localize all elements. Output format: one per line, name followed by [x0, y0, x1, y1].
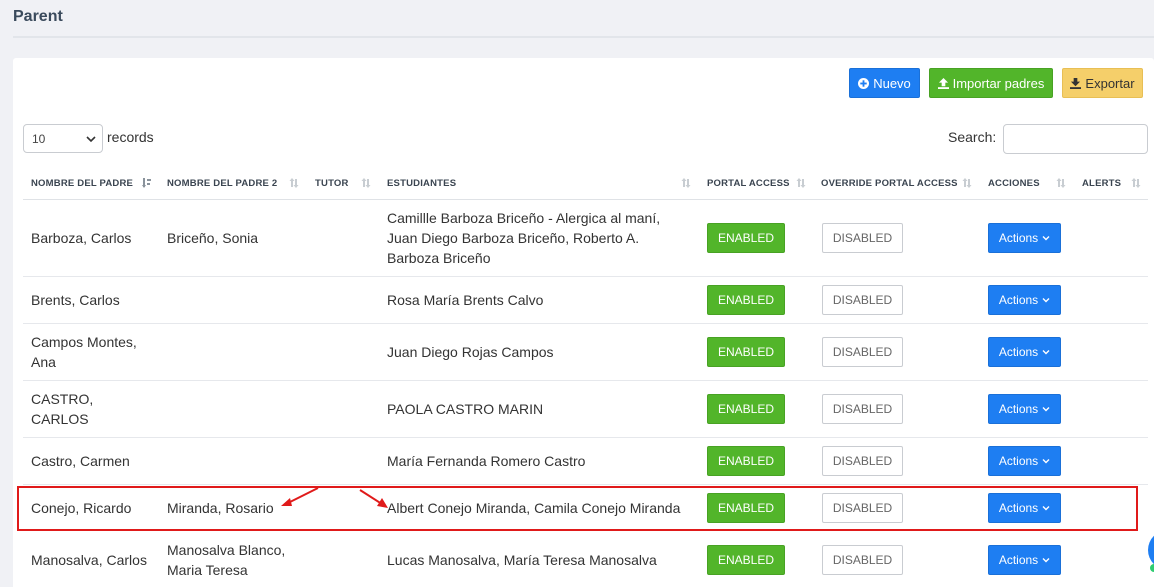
portal-access-enabled-button[interactable]: ENABLED	[707, 446, 785, 476]
portal-access-enabled-button[interactable]: ENABLED	[707, 545, 785, 575]
override-portal-access-disabled-button[interactable]: DISABLED	[822, 394, 903, 424]
title-divider	[13, 36, 1154, 38]
actions-label: Actions	[998, 454, 1039, 468]
sort-icon[interactable]	[1056, 177, 1066, 189]
override-portal-access-disabled-button[interactable]: DISABLED	[822, 285, 903, 315]
cell-padre: Manosalva, Carlos	[31, 552, 147, 568]
portal-access-enabled-button[interactable]: ENABLED	[707, 337, 785, 367]
actions-dropdown-button[interactable]: Actions	[988, 394, 1061, 424]
column-header-alerts[interactable]: ALERTS	[1082, 178, 1121, 189]
cell-estudiantes: María Fernanda Romero Castro	[387, 453, 586, 469]
cell-estudiantes: PAOLA CASTRO MARIN	[387, 401, 544, 417]
override-portal-access-disabled-button[interactable]: DISABLED	[822, 446, 903, 476]
chevron-down-icon	[1042, 407, 1050, 412]
portal-access-enabled-button[interactable]: ENABLED	[707, 223, 785, 253]
actions-dropdown-button[interactable]: Actions	[988, 337, 1061, 367]
actions-dropdown-button[interactable]: Actions	[988, 285, 1061, 315]
sort-icon[interactable]	[796, 177, 806, 189]
highlight-box	[17, 486, 1138, 531]
search-label: Search:	[948, 129, 997, 145]
cell-padre: Barboza, Carlos	[31, 230, 132, 246]
page-length-value: 10	[32, 131, 46, 146]
row-divider	[23, 484, 1148, 485]
records-label: records	[107, 129, 154, 145]
chevron-down-icon	[1042, 298, 1050, 303]
cell-estudiantes: Lucas Manosalva, María Teresa Manosalva	[387, 552, 657, 568]
page-length-select[interactable]: 10	[23, 124, 103, 153]
chevron-down-icon	[1042, 236, 1050, 241]
arrow-icon	[281, 487, 319, 506]
chevron-down-icon	[86, 136, 96, 143]
arrow-icon	[359, 489, 388, 508]
override-portal-access-disabled-button[interactable]: DISABLED	[822, 223, 903, 253]
table-header-divider	[23, 199, 1148, 200]
actions-label: Actions	[998, 553, 1039, 567]
chevron-down-icon	[1042, 558, 1050, 563]
actions-label: Actions	[998, 231, 1039, 245]
page-title: Parent	[13, 8, 63, 25]
sort-icon[interactable]	[1131, 177, 1141, 189]
download-icon	[1070, 77, 1082, 89]
column-header-portal-access[interactable]: PORTAL ACCESS	[707, 178, 790, 189]
chevron-down-icon	[1042, 459, 1050, 464]
portal-access-enabled-button[interactable]: ENABLED	[707, 285, 785, 315]
column-header-padre[interactable]: NOMBRE DEL PADRE	[31, 178, 133, 189]
online-status-dot	[1150, 564, 1154, 572]
cell-padre2: Briceño, Sonia	[167, 230, 259, 246]
cell-estudiantes: Rosa María Brents Calvo	[387, 292, 544, 308]
plus-circle-icon	[858, 77, 870, 89]
cell-estudiantes: Camillle Barboza Briceño - Alergica al m…	[387, 210, 661, 266]
row-divider	[23, 380, 1148, 381]
actions-label: Actions	[998, 293, 1039, 307]
search-input[interactable]	[1003, 124, 1148, 154]
sort-icon[interactable]	[681, 177, 691, 189]
cell-estudiantes: Juan Diego Rojas Campos	[387, 344, 554, 360]
column-header-acciones[interactable]: ACCIONES	[988, 178, 1040, 189]
sort-icon[interactable]	[962, 177, 972, 189]
row-divider	[23, 437, 1148, 438]
export-button[interactable]: Exportar	[1062, 68, 1143, 98]
actions-dropdown-button[interactable]: Actions	[988, 223, 1061, 253]
upload-icon	[937, 77, 949, 89]
actions-label: Actions	[998, 402, 1039, 416]
actions-label: Actions	[998, 345, 1039, 359]
chevron-down-icon	[1042, 350, 1050, 355]
column-header-padre2[interactable]: NOMBRE DEL PADRE 2	[167, 178, 277, 189]
column-header-estudiantes[interactable]: ESTUDIANTES	[387, 178, 456, 189]
cell-padre: Castro, Carmen	[31, 453, 130, 469]
sort-icon[interactable]	[289, 177, 299, 189]
actions-dropdown-button[interactable]: Actions	[988, 446, 1061, 476]
override-portal-access-disabled-button[interactable]: DISABLED	[822, 337, 903, 367]
import-button[interactable]: Importar padres	[929, 68, 1053, 98]
column-header-override-portal-access[interactable]: OVERRIDE PORTAL ACCESS	[821, 178, 958, 189]
row-divider	[23, 323, 1148, 324]
new-button[interactable]: Nuevo	[849, 68, 920, 98]
cell-padre: CASTRO, CARLOS	[31, 391, 94, 427]
cell-padre: Brents, Carlos	[31, 292, 120, 308]
override-portal-access-disabled-button[interactable]: DISABLED	[822, 545, 903, 575]
row-divider	[23, 276, 1148, 277]
export-button-label: Exportar	[1085, 75, 1135, 91]
sort-icon[interactable]	[361, 177, 371, 189]
cell-padre2: Manosalva Blanco, Maria Teresa	[167, 542, 286, 578]
portal-access-enabled-button[interactable]: ENABLED	[707, 394, 785, 424]
actions-dropdown-button[interactable]: Actions	[988, 545, 1061, 575]
column-header-tutor[interactable]: TUTOR	[315, 178, 349, 189]
new-button-label: Nuevo	[873, 75, 911, 91]
import-button-label: Importar padres	[952, 75, 1045, 91]
cell-padre: Campos Montes, Ana	[31, 334, 137, 370]
sort-icon[interactable]	[142, 177, 152, 189]
